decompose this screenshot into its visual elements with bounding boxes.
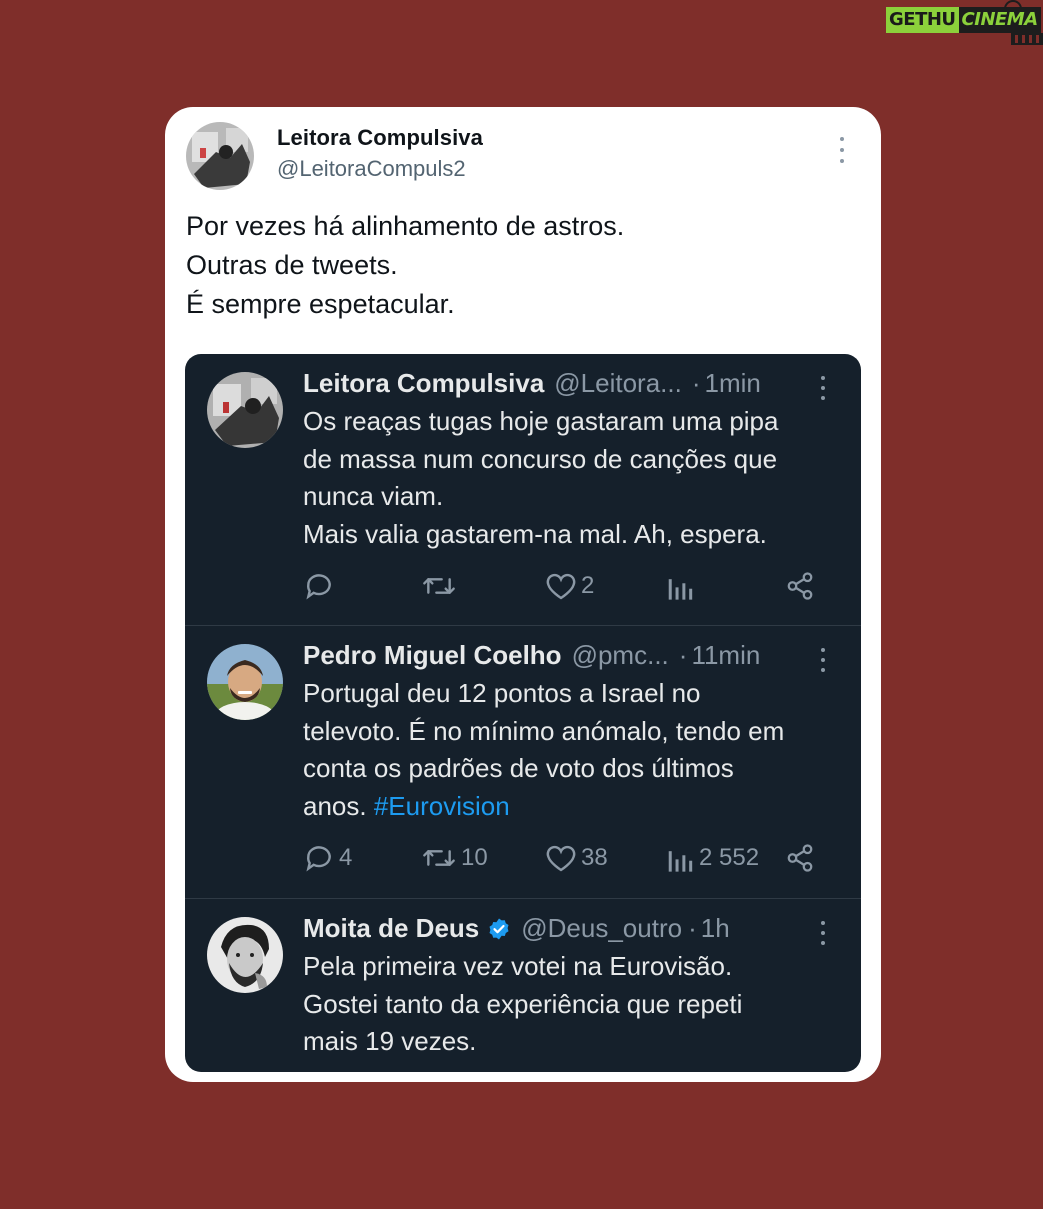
tweet-text: Pela primeira vez votei na Eurovisão. Go… xyxy=(303,948,848,1061)
views-button[interactable] xyxy=(667,566,699,606)
watermark-part2: CINEMA xyxy=(958,7,1041,33)
like-icon xyxy=(546,845,576,872)
tweet-actions: 2 xyxy=(185,566,861,606)
retweet-icon xyxy=(423,578,455,594)
retweet-button[interactable] xyxy=(421,566,461,606)
tweet-author-name[interactable]: Pedro Miguel Coelho xyxy=(303,640,562,671)
tweet[interactable]: Leitora Compulsiva @Leitora... · 1min Os… xyxy=(185,354,861,626)
like-button[interactable]: 2 xyxy=(545,566,594,606)
tweet-author-name[interactable]: Moita de Deus xyxy=(303,913,479,944)
tweet-header: Leitora Compulsiva @Leitora... · 1min xyxy=(303,368,761,399)
embedded-tweets-panel: Leitora Compulsiva @Leitora... · 1min Os… xyxy=(185,354,861,1072)
tweet-header: Moita de Deus @Deus_outro · 1h xyxy=(303,913,730,944)
tweet-separator: · xyxy=(691,368,701,398)
like-count: 38 xyxy=(581,844,608,871)
retweet-icon xyxy=(423,850,455,866)
like-icon xyxy=(546,573,576,600)
tweet-author-handle[interactable]: @pmc... xyxy=(572,640,669,671)
tweet-text: Portugal deu 12 pontos a Israel no telev… xyxy=(303,675,848,825)
tweet-author-handle[interactable]: @Leitora... xyxy=(554,368,682,399)
tweet-author-handle[interactable]: @Deus_outro xyxy=(521,913,682,944)
watermark-part1: GETHU xyxy=(886,7,959,33)
tweet-line: Mais valia gastarem-na mal. Ah, espera. xyxy=(303,518,767,549)
tweet-avatar[interactable] xyxy=(207,917,283,993)
reply-count: 4 xyxy=(339,844,353,871)
tweet[interactable]: Moita de Deus @Deus_outro · 1h Pela prim… xyxy=(185,899,861,1072)
views-button[interactable]: 2 552 xyxy=(667,838,759,878)
like-button[interactable]: 38 xyxy=(545,838,608,878)
reply-button[interactable]: 4 xyxy=(303,838,352,878)
tweet-time[interactable]: 11min xyxy=(691,640,760,671)
post-card: Leitora Compulsiva @LeitoraCompuls2 Por … xyxy=(165,107,881,1082)
tweet-line: Gostei tanto da experiência que repeti xyxy=(303,988,743,1019)
tweet-line: Portugal deu 12 pontos a Israel no xyxy=(303,678,701,708)
tweet-line: televoto. É no mínimo anómalo, tendo em xyxy=(303,715,785,746)
film-reel-icon xyxy=(1004,0,1022,9)
tweet-separator: · xyxy=(678,640,688,670)
retweet-button[interactable]: 10 xyxy=(421,838,488,878)
reply-icon xyxy=(306,846,331,872)
more-vertical-icon[interactable] xyxy=(820,921,826,945)
tweet-time[interactable]: 1min xyxy=(705,368,761,399)
tweet-avatar[interactable] xyxy=(207,372,283,448)
retweet-count: 10 xyxy=(461,844,488,871)
views-icon xyxy=(668,851,693,872)
tweet-time[interactable]: 1h xyxy=(701,913,730,944)
like-count: 2 xyxy=(581,572,595,599)
author-name[interactable]: Leitora Compulsiva xyxy=(277,125,483,151)
more-vertical-icon[interactable] xyxy=(838,137,846,163)
tweet-line: de massa num concurso de canções que xyxy=(303,443,778,474)
post-line: Outras de tweets. xyxy=(186,250,398,280)
more-vertical-icon[interactable] xyxy=(820,648,826,672)
tweet-avatar[interactable] xyxy=(207,644,283,720)
tweet-actions: 4 10 38 2 552 xyxy=(185,838,861,878)
tweet-text: Os reaças tugas hoje gastaram uma pipa d… xyxy=(303,403,848,553)
author-handle[interactable]: @LeitoraCompuls2 xyxy=(277,156,466,182)
reply-button[interactable] xyxy=(303,566,339,606)
tweet-line: conta os padrões de voto dos últimos xyxy=(303,753,734,783)
more-vertical-icon[interactable] xyxy=(820,376,826,400)
post-line: Por vezes há alinhamento de astros. xyxy=(186,211,625,241)
share-button[interactable] xyxy=(785,566,815,606)
reply-icon xyxy=(306,574,331,600)
hashtag-link[interactable]: #Eurovision xyxy=(374,791,510,821)
film-strip-icon xyxy=(1011,33,1043,45)
views-icon xyxy=(668,579,693,600)
tweet-line-text: anos. xyxy=(303,790,374,821)
tweet-separator: · xyxy=(688,913,697,943)
share-button[interactable] xyxy=(785,838,815,878)
tweet-author-name[interactable]: Leitora Compulsiva xyxy=(303,368,544,399)
verified-badge-icon xyxy=(487,917,511,941)
author-avatar[interactable] xyxy=(186,122,254,190)
post-text: Por vezes há alinhamento de astros. Outr… xyxy=(186,207,846,324)
tweet-line: mais 19 vezes. xyxy=(303,1026,477,1056)
share-icon xyxy=(787,572,813,600)
share-icon xyxy=(787,844,813,872)
tweet-line: Os reaças tugas hoje gastaram uma pipa xyxy=(303,406,779,436)
tweet-line-last: anos. #Eurovision xyxy=(303,788,848,826)
watermark-logo: GETHU CINEMA xyxy=(886,0,1043,45)
tweet-line: nunca viam. xyxy=(303,481,444,511)
tweet-header: Pedro Miguel Coelho @pmc... · 11min xyxy=(303,640,760,671)
views-count: 2 552 xyxy=(699,844,760,871)
tweet-line: Pela primeira vez votei na Eurovisão. xyxy=(303,951,733,981)
post-line: É sempre espetacular. xyxy=(186,289,455,319)
tweet[interactable]: Pedro Miguel Coelho @pmc... · 11min Port… xyxy=(185,626,861,899)
